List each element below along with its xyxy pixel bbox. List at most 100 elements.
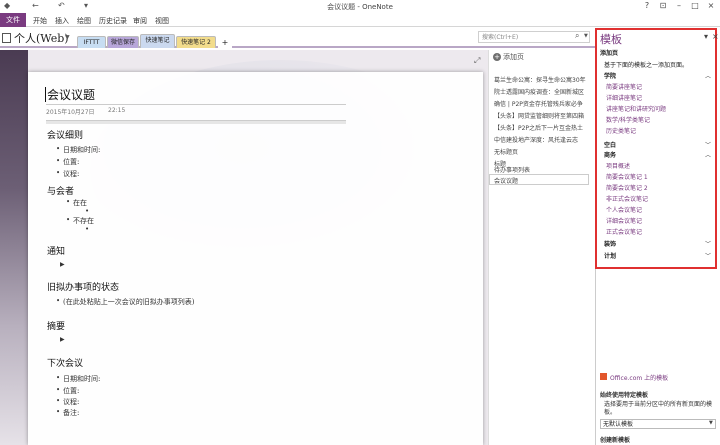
list-item[interactable]: 议程: bbox=[56, 169, 80, 179]
close-icon[interactable]: × bbox=[704, 0, 718, 12]
section-tab-quick-notes-2[interactable]: 快速笔记 2 bbox=[176, 36, 216, 48]
expand-icon[interactable]: ⤢ bbox=[474, 56, 480, 66]
list-item[interactable]: 议程: bbox=[56, 397, 80, 407]
list-item[interactable]: 日期和时间: bbox=[56, 374, 100, 384]
chevron-down-icon[interactable]: ﹀ bbox=[705, 251, 711, 260]
page-list-item[interactable]: 无标题页 bbox=[494, 147, 592, 156]
page-list-item[interactable]: 中信建投地产深度：风托逢云志 bbox=[494, 135, 592, 144]
background-image bbox=[0, 50, 28, 445]
note-heading[interactable]: 下次会议 bbox=[47, 356, 83, 369]
office-templates-link[interactable]: Office.com 上的模板 bbox=[600, 373, 668, 382]
page-list-item[interactable]: 院士透露国内疫调查：全国新城区 bbox=[494, 87, 592, 96]
page-list-item[interactable]: 【头条】网贷监管细则将至第四箱 bbox=[494, 111, 592, 120]
always-use-description: 选择要用于当前分区中的所有新页面的模板。 bbox=[604, 401, 713, 416]
tab-insert[interactable]: 插入 bbox=[55, 16, 69, 26]
note-heading[interactable]: 通知 bbox=[47, 244, 65, 257]
template-link[interactable]: 项目概述 bbox=[606, 161, 630, 170]
add-page-label: 添加页 bbox=[503, 53, 524, 61]
section-tab-wechat[interactable]: 微信保存 bbox=[107, 36, 139, 48]
tab-view[interactable]: 视图 bbox=[155, 16, 169, 26]
close-icon[interactable]: × bbox=[712, 32, 719, 41]
page-time: 22:15 bbox=[108, 107, 126, 114]
list-item[interactable]: 不存在 bbox=[66, 216, 94, 226]
page-list-item[interactable]: 【头条】P2P之后下一片互金热土 bbox=[494, 123, 592, 132]
category-decorative[interactable]: 装饰 bbox=[604, 239, 616, 248]
page-list-item[interactable]: 葛兰生命公寓：探寻生命公寓30年 bbox=[494, 75, 592, 84]
tab-review[interactable]: 审阅 bbox=[133, 16, 147, 26]
note-heading[interactable]: 摘要 bbox=[47, 319, 65, 332]
category-business[interactable]: 商务 bbox=[604, 150, 616, 159]
list-item-bullet[interactable]: • bbox=[85, 207, 89, 215]
note-container-handle[interactable] bbox=[46, 120, 346, 124]
pane-instruction: 基于下面的模板之一添加页面。 bbox=[604, 62, 689, 69]
section-tab-ifttt[interactable]: IFTTT bbox=[77, 36, 106, 48]
template-link[interactable]: 数学/科学类笔记 bbox=[606, 115, 650, 124]
template-link[interactable]: 简要讲座笔记 bbox=[606, 82, 642, 91]
add-page-heading: 添加页 bbox=[600, 50, 619, 57]
create-template-heading[interactable]: 创建新模板 bbox=[600, 435, 630, 444]
notebook-icon bbox=[2, 33, 11, 43]
template-link[interactable]: 简要会议笔记 2 bbox=[606, 183, 648, 192]
template-link[interactable]: 简要会议笔记 1 bbox=[606, 172, 648, 181]
page-list-item[interactable]: 待办事项列表 bbox=[494, 165, 592, 174]
page-list-item-selected[interactable]: 会议议题 bbox=[494, 176, 592, 185]
page-list-item[interactable]: 确信 | P2P资金存托管残兵家必争 bbox=[494, 99, 592, 108]
search-input[interactable]: 搜索(Ctrl+E) bbox=[478, 31, 590, 43]
office-link-label: Office.com 上的模板 bbox=[610, 375, 669, 382]
collapse-arrow-icon[interactable]: ▶ bbox=[60, 261, 65, 268]
pane-options-icon[interactable]: ▾ bbox=[704, 32, 708, 41]
list-item[interactable]: (在此处粘贴上一次会议的旧拟办事项列表) bbox=[56, 297, 194, 307]
template-link[interactable]: 正式会议笔记 bbox=[606, 227, 642, 236]
list-item[interactable]: 备注: bbox=[56, 408, 80, 418]
section-tab-quick-notes[interactable]: 快速笔记 bbox=[140, 34, 175, 48]
chevron-up-icon[interactable]: ︿ bbox=[705, 71, 711, 80]
tab-history[interactable]: 历史记录 bbox=[99, 16, 127, 26]
chevron-up-icon[interactable]: ︿ bbox=[705, 150, 711, 159]
tab-file[interactable]: 文件 bbox=[0, 13, 26, 27]
page-surface[interactable] bbox=[28, 72, 483, 445]
note-heading[interactable]: 与会者 bbox=[47, 184, 74, 197]
list-item[interactable]: 日期和时间: bbox=[56, 145, 100, 155]
note-heading[interactable]: 旧拟办事项的状态 bbox=[47, 280, 119, 293]
title-underline bbox=[46, 104, 346, 105]
minimize-icon[interactable]: – bbox=[672, 0, 686, 12]
plus-icon: + bbox=[493, 53, 501, 61]
list-item-bullet[interactable]: • bbox=[85, 225, 89, 233]
office-icon bbox=[600, 373, 607, 380]
collapse-arrow-icon[interactable]: ▶ bbox=[60, 336, 65, 343]
add-section-button[interactable]: + bbox=[218, 36, 232, 48]
page-title[interactable]: 会议议题 bbox=[47, 86, 95, 103]
title-bar: ◆ ← ↶ ▾ 会议议题 - OneNote ? ⊡ – □ × bbox=[0, 0, 720, 13]
chevron-down-icon[interactable]: ▼ bbox=[65, 34, 70, 41]
help-icon[interactable]: ? bbox=[640, 0, 654, 12]
template-link[interactable]: 详细讲座笔记 bbox=[606, 93, 642, 102]
notebook-name[interactable]: 个人(Web) bbox=[14, 30, 69, 46]
chevron-down-icon[interactable]: ﹀ bbox=[705, 239, 711, 248]
search-icon[interactable]: ⌕ bbox=[575, 31, 579, 41]
list-item[interactable]: 位置: bbox=[56, 157, 80, 167]
template-link[interactable]: 非正式会议笔记 bbox=[606, 194, 648, 203]
window-title: 会议议题 - OneNote bbox=[327, 3, 393, 11]
category-planners[interactable]: 计划 bbox=[604, 251, 616, 260]
category-blank[interactable]: 空白 bbox=[604, 140, 616, 149]
template-link[interactable]: 历史类笔记 bbox=[606, 126, 636, 135]
always-use-heading: 始终使用特定模板 bbox=[600, 392, 649, 399]
list-item[interactable]: 位置: bbox=[56, 386, 80, 396]
chevron-down-icon[interactable]: ▼ bbox=[584, 33, 588, 39]
maximize-icon[interactable]: □ bbox=[688, 0, 702, 12]
note-heading[interactable]: 会议细则 bbox=[47, 128, 83, 141]
page-date: 2015年10月27日 bbox=[46, 109, 95, 116]
chevron-down-icon[interactable]: ▼ bbox=[709, 420, 713, 426]
tab-draw[interactable]: 绘图 bbox=[77, 16, 91, 26]
add-page-button[interactable]: + 添加页 bbox=[493, 52, 524, 62]
default-template-select[interactable]: 无默认模板 bbox=[600, 419, 716, 429]
chevron-down-icon[interactable]: ﹀ bbox=[705, 140, 711, 149]
full-screen-icon[interactable]: ⊡ bbox=[656, 0, 670, 12]
template-link[interactable]: 详细会议笔记 bbox=[606, 216, 642, 225]
pane-title: 模板 bbox=[600, 33, 622, 46]
template-link[interactable]: 讲座笔记和讲研究问题 bbox=[606, 104, 666, 113]
category-academic[interactable]: 学院 bbox=[604, 71, 616, 80]
tab-home[interactable]: 开始 bbox=[33, 16, 47, 26]
page-list-panel bbox=[488, 50, 595, 445]
template-link[interactable]: 个人会议笔记 bbox=[606, 205, 642, 214]
